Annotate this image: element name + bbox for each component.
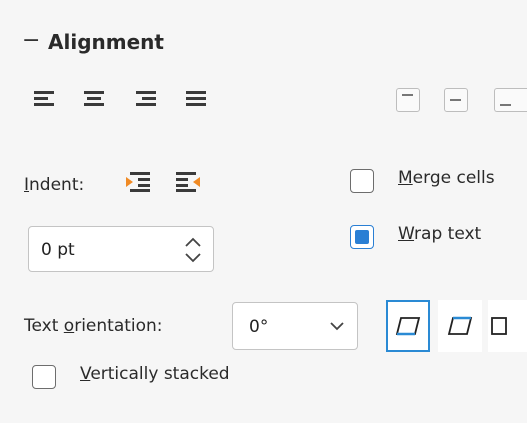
align-middle-icon <box>450 99 461 101</box>
align-bottom-icon <box>500 104 511 106</box>
square-icon <box>491 317 507 335</box>
indent-spinbox[interactable]: 0 pt <box>28 226 214 272</box>
align-left-button[interactable] <box>32 87 58 113</box>
align-middle-button[interactable] <box>444 88 468 112</box>
align-top-icon <box>402 94 413 96</box>
text-orientation-dropdown[interactable]: 0° <box>232 302 358 350</box>
increase-indent-button[interactable] <box>124 168 152 194</box>
chevron-down-icon <box>330 322 344 331</box>
merge-cells-checkbox[interactable] <box>350 169 374 193</box>
align-top-button[interactable] <box>396 88 420 112</box>
align-center-icon <box>84 91 104 106</box>
wrap-text-label[interactable]: Wrap text <box>398 226 481 243</box>
text-orientation-label: Text orientation: <box>24 316 163 336</box>
align-justify-button[interactable] <box>184 87 210 113</box>
collapse-icon[interactable]: − <box>22 30 48 52</box>
indent-label: Indent: <box>24 175 85 195</box>
orientation-left-button[interactable] <box>386 300 430 352</box>
wrap-text-checkbox[interactable] <box>350 225 374 249</box>
align-right-button[interactable] <box>134 87 160 113</box>
vertically-stacked-checkbox[interactable] <box>32 365 56 389</box>
vertically-stacked-label[interactable]: Vertically stacked <box>80 366 230 383</box>
align-center-button[interactable] <box>82 87 108 113</box>
slant-parallelogram-icon <box>395 317 421 336</box>
section-title: Alignment <box>48 30 164 54</box>
spin-updown-icon[interactable] <box>183 236 203 264</box>
merge-cells-label[interactable]: Merge cells <box>398 170 495 187</box>
decrease-indent-button[interactable] <box>174 168 202 194</box>
slant-parallelogram-top-icon <box>447 316 473 335</box>
increase-indent-icon <box>126 172 150 192</box>
align-justify-icon <box>186 91 206 106</box>
text-orientation-value: 0° <box>249 317 269 337</box>
align-left-icon <box>34 91 54 106</box>
align-bottom-button[interactable] <box>494 88 527 112</box>
align-right-icon <box>136 91 156 106</box>
decrease-indent-icon <box>176 172 200 192</box>
orientation-standard-button[interactable] <box>488 300 527 352</box>
section-header[interactable]: − Alignment <box>22 24 164 60</box>
indent-value[interactable]: 0 pt <box>41 240 75 260</box>
orientation-top-button[interactable] <box>438 300 482 352</box>
